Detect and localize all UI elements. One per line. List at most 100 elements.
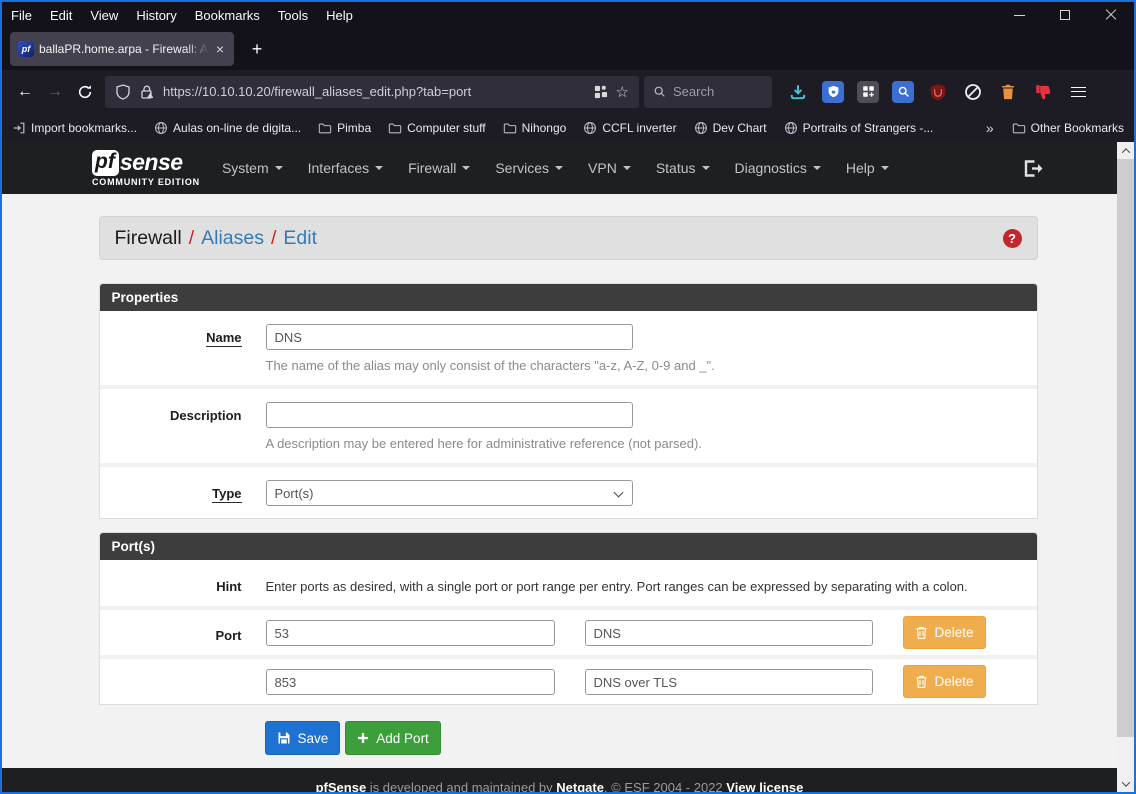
nav-interfaces[interactable]: Interfaces [308,160,383,176]
bookmark-aulas[interactable]: Aulas on-line de digita... [154,121,301,135]
url-bar[interactable]: https://10.10.10.20/firewall_aliases_edi… [105,76,639,108]
name-input[interactable] [266,324,633,350]
bookmark-label: Import bookmarks... [31,121,137,135]
menu-file[interactable]: File [2,2,41,28]
delete-port-button[interactable]: Delete [903,616,986,649]
bookmark-portraits[interactable]: Portraits of Strangers -... [784,121,934,135]
browser-window: File Edit View History Bookmarks Tools H… [0,0,1136,794]
scroll-up-button[interactable] [1117,142,1134,159]
save-button[interactable]: Save [265,721,341,755]
logo-pf-mark: pf [92,150,119,176]
menu-edit[interactable]: Edit [41,2,81,28]
new-tab-button[interactable]: + [242,34,272,64]
bookmark-folder-computer-stuff[interactable]: Computer stuff [388,121,485,135]
breadcrumb-firewall: Firewall [115,227,182,250]
bookmarks-bar: Import bookmarks... Aulas on-line de dig… [2,113,1134,142]
maximize-button[interactable] [1042,2,1088,28]
bookmark-ccfl-inverter[interactable]: CCFL inverter [583,121,676,135]
nav-system[interactable]: System [222,160,283,176]
nav-services[interactable]: Services [495,160,563,176]
reload-icon [77,84,93,100]
hint-label: Hint [216,579,241,594]
description-input[interactable] [266,402,633,428]
port-value-input[interactable] [266,669,555,695]
chevron-down-icon [613,488,623,498]
footer-company-link[interactable]: Netgate [556,780,604,792]
type-label: Type [212,486,241,503]
search-bar[interactable] [644,76,772,108]
chevron-down-icon [813,166,821,174]
close-button[interactable] [1088,2,1134,28]
close-icon [1105,9,1117,21]
search-extension-icon[interactable] [892,81,914,103]
pfsense-logo[interactable]: pfsense COMMUNITY EDITION [92,149,200,187]
add-port-button[interactable]: Add Port [345,721,441,755]
tab-bar: pf ballaPR.home.arpa - Firewall: Al × + [2,28,1134,70]
help-icon[interactable]: ? [1003,229,1022,248]
bookmark-folder-pimba[interactable]: Pimba [318,121,371,135]
minimize-button[interactable] [996,2,1042,28]
vertical-scrollbar[interactable] [1117,142,1134,792]
menu-hamburger-icon[interactable] [1067,81,1089,103]
trash-icon [915,674,928,689]
bookmark-dev-chart[interactable]: Dev Chart [694,121,767,135]
menu-bookmarks[interactable]: Bookmarks [186,2,269,28]
port-description-input[interactable] [585,620,873,646]
app-grid-icon[interactable] [593,84,608,99]
footer-view-license-link[interactable]: View license [726,780,803,792]
forward-button[interactable]: → [40,77,70,107]
menu-view[interactable]: View [81,2,127,28]
delete-port-button[interactable]: Delete [903,665,986,698]
bookmark-star-icon[interactable]: ☆ [616,83,629,101]
ports-panel-header: Port(s) [100,533,1037,560]
password-manager-icon[interactable] [822,81,844,103]
breadcrumb: Firewall / Aliases / Edit ? [99,216,1038,260]
name-help-text: The name of the alias may only consist o… [266,358,1037,373]
ublock-origin-icon[interactable] [927,81,949,103]
tab-close-icon[interactable]: × [214,40,226,58]
type-select[interactable]: Port(s) [266,480,633,506]
download-manager-icon[interactable] [787,81,809,103]
dislike-extension-icon[interactable] [1032,81,1054,103]
blocker-circle-slash-icon[interactable] [962,81,984,103]
scrollbar-thumb[interactable] [1117,159,1134,737]
back-button[interactable]: ← [10,77,40,107]
bookmark-import[interactable]: Import bookmarks... [12,121,137,135]
logo-sense-text: sense [120,149,183,176]
menu-help[interactable]: Help [317,2,362,28]
menu-tools[interactable]: Tools [269,2,317,28]
scroll-down-button[interactable] [1117,775,1134,792]
extensions-grid-icon[interactable] [857,81,879,103]
lock-warning-icon[interactable] [139,84,155,100]
url-text[interactable]: https://10.10.10.20/firewall_aliases_edi… [163,84,585,99]
tab-firewall-aliases[interactable]: pf ballaPR.home.arpa - Firewall: Al × [10,32,234,66]
search-input[interactable] [673,84,757,99]
port-value-input[interactable] [266,620,555,646]
bookmark-folder-nihongo[interactable]: Nihongo [503,121,567,135]
folder-icon [1012,121,1026,135]
other-bookmarks[interactable]: Other Bookmarks [1012,121,1124,135]
delete-button-label: Delete [935,625,974,640]
reload-button[interactable] [70,77,100,107]
maximize-icon [1060,10,1070,20]
chevron-down-icon [275,166,283,174]
nav-firewall[interactable]: Firewall [408,160,470,176]
nav-status[interactable]: Status [656,160,710,176]
trash-icon [915,625,928,640]
breadcrumb-aliases-link[interactable]: Aliases [201,227,264,250]
trash-extension-icon[interactable] [997,81,1019,103]
chevron-down-icon [1121,778,1129,786]
footer-brand[interactable]: pfSense [316,780,367,792]
globe-icon [694,121,708,135]
nav-vpn[interactable]: VPN [588,160,631,176]
nav-help[interactable]: Help [846,160,889,176]
shield-permissions-icon[interactable] [115,84,131,100]
logout-button[interactable] [1022,159,1044,178]
breadcrumb-edit-link[interactable]: Edit [283,227,317,250]
bookmark-label: Computer stuff [407,121,485,135]
bookmarks-overflow-chevron-icon[interactable]: » [986,120,994,136]
port-row: Delete [100,655,1037,704]
nav-diagnostics[interactable]: Diagnostics [735,160,821,176]
port-description-input[interactable] [585,669,873,695]
menu-history[interactable]: History [127,2,185,28]
